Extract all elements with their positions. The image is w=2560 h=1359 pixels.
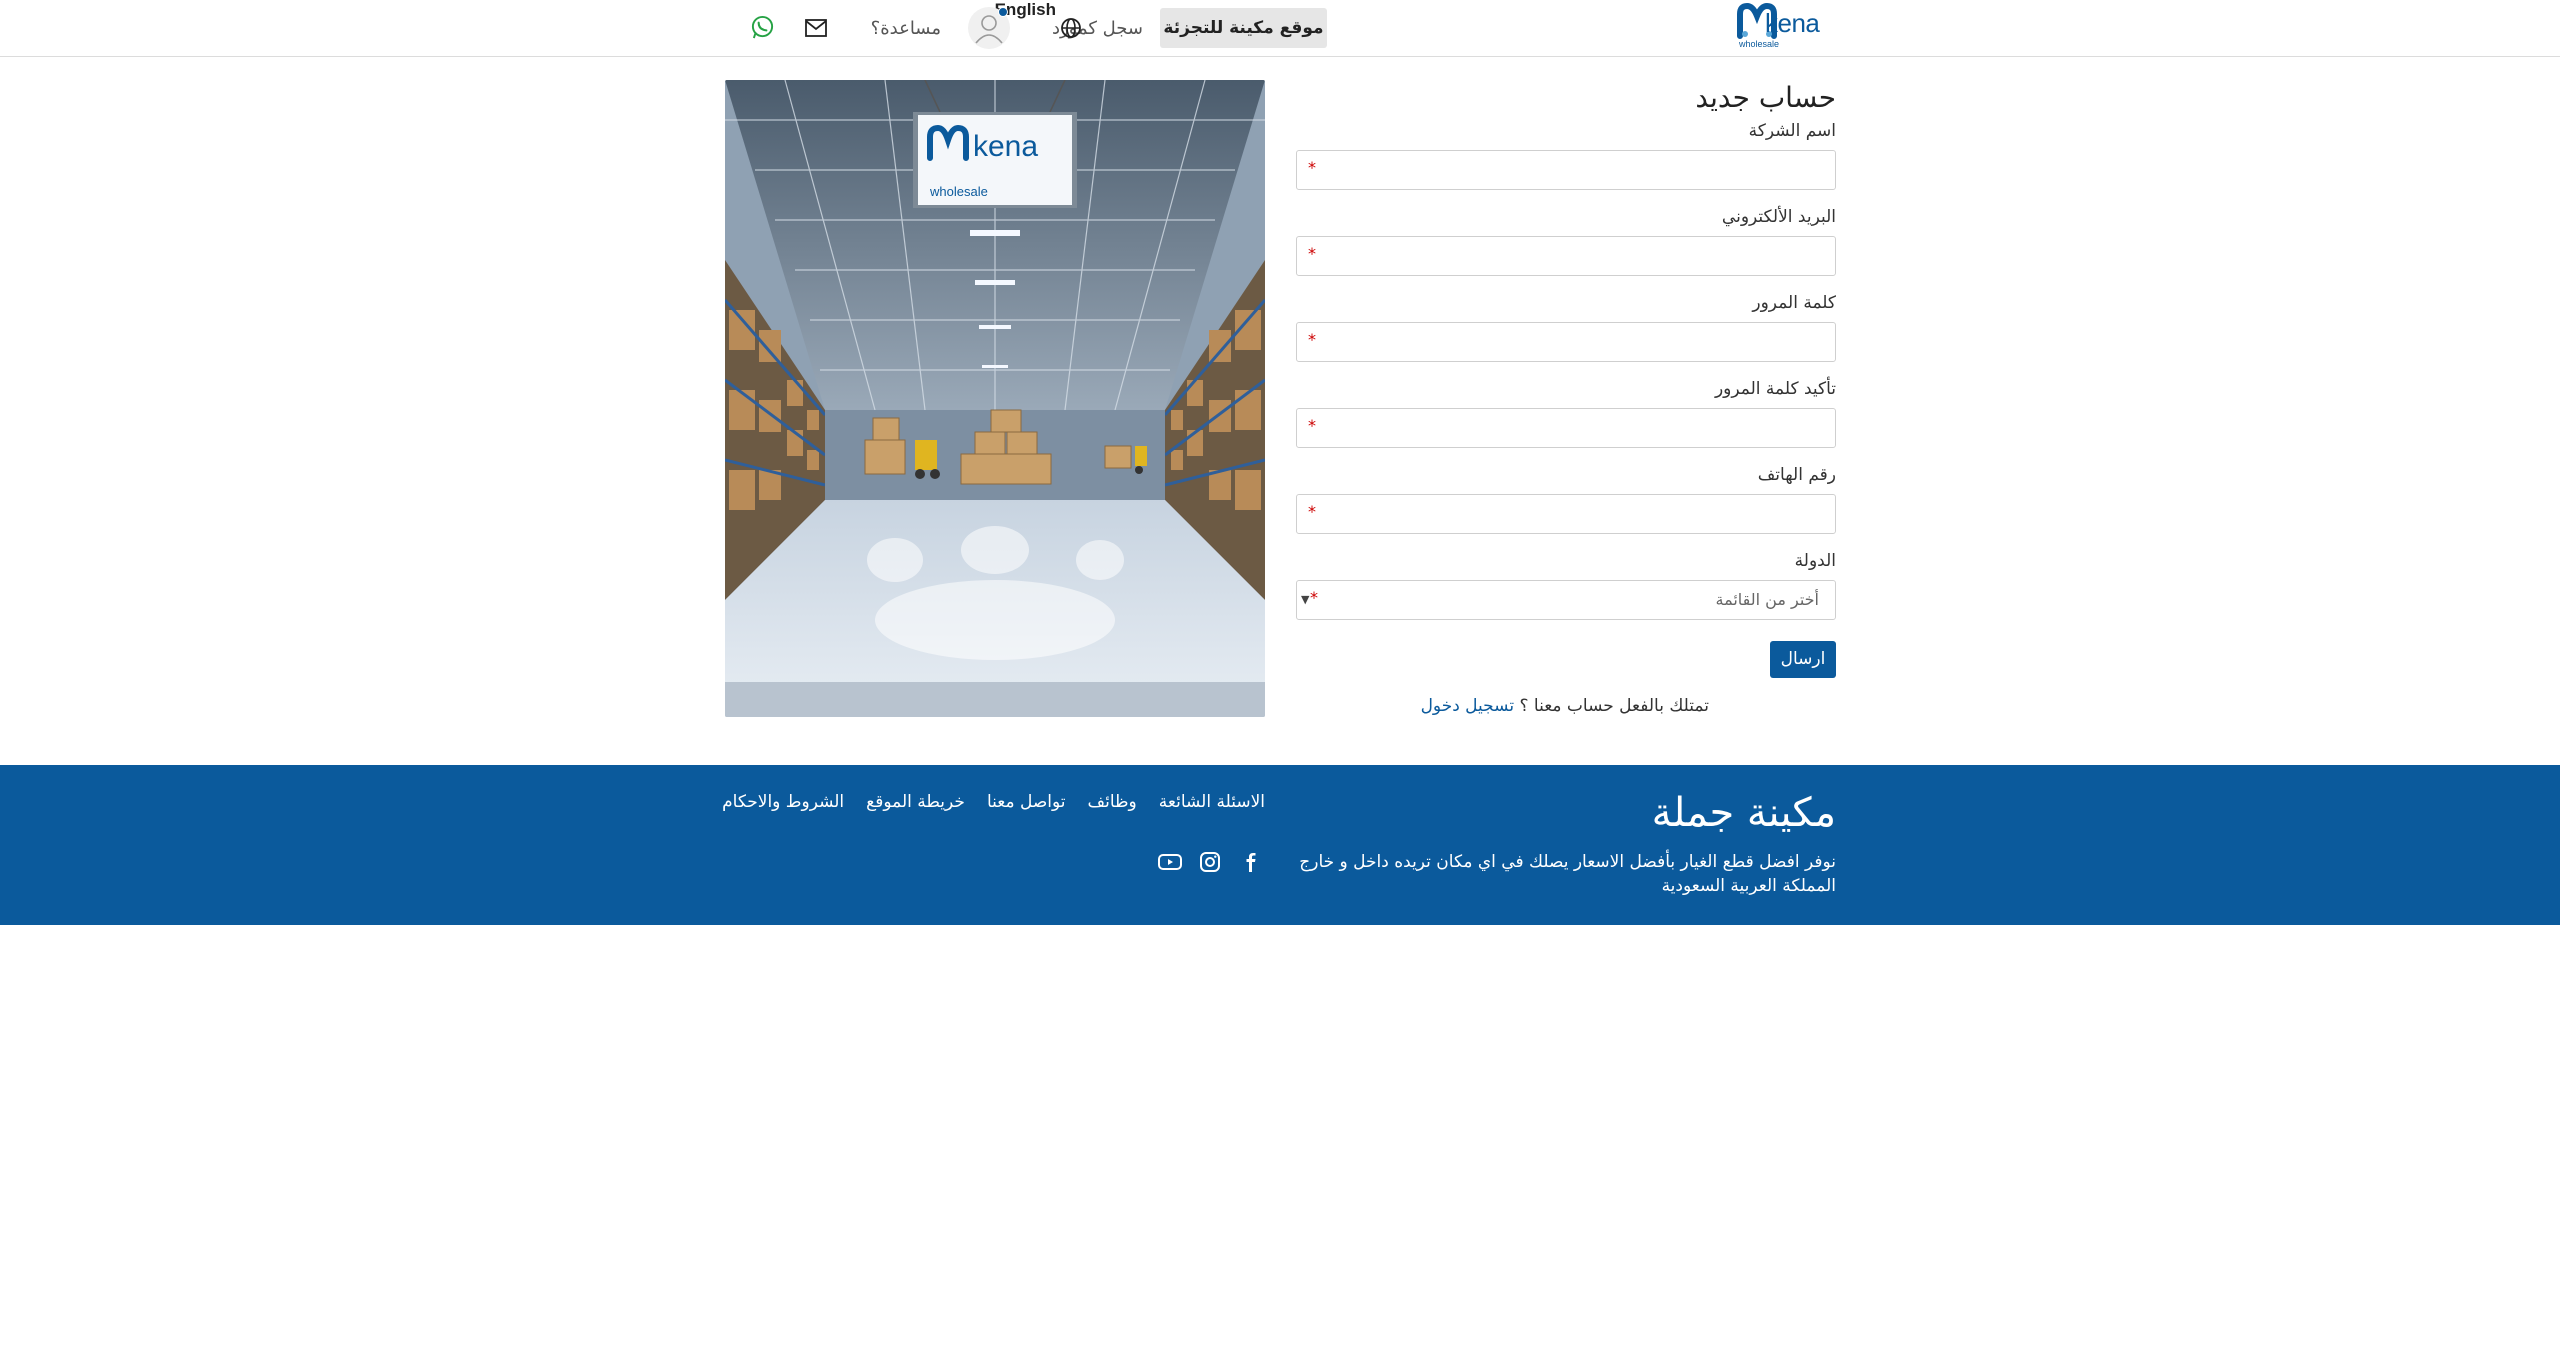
confirm-password-field: تأكيد كلمة المرور * bbox=[1296, 378, 1836, 464]
register-form: حساب جديد اسم الشركة * البريد الألكتروني… bbox=[1296, 78, 1836, 716]
confirm-password-label: تأكيد كلمة المرور bbox=[1714, 379, 1836, 399]
country-field: الدولة أختر من القائمة ▼ * bbox=[1296, 550, 1836, 636]
footer-link-faq[interactable]: الاسئلة الشائعة bbox=[1159, 787, 1265, 817]
required-marker: * bbox=[1308, 158, 1316, 177]
retail-site-button[interactable]: موقع مكينة للتجزئة bbox=[1160, 8, 1327, 48]
footer-description: نوفر افضل قطع الغيار بأفضل الاسعار يصلك … bbox=[1299, 852, 1836, 896]
mail-icon[interactable] bbox=[804, 16, 828, 40]
company-name-label: اسم الشركة bbox=[1748, 121, 1836, 141]
footer-link-jobs[interactable]: وظائف bbox=[1088, 787, 1137, 817]
country-select[interactable]: أختر من القائمة ▼ * bbox=[1296, 580, 1836, 620]
site-footer: مكينة جملة نوفر افضل قطع الغيار بأفضل ال… bbox=[0, 765, 2560, 925]
logo-subtext: wholesale bbox=[1739, 39, 1780, 49]
sign-subtext: wholesale bbox=[930, 184, 988, 199]
password-input[interactable]: * bbox=[1296, 322, 1836, 362]
help-link[interactable]: مساعدة؟ bbox=[871, 0, 941, 57]
required-marker: * bbox=[1308, 330, 1316, 349]
required-marker: * bbox=[1308, 416, 1316, 435]
password-field: كلمة المرور * bbox=[1296, 292, 1836, 378]
confirm-password-input[interactable]: * bbox=[1296, 408, 1836, 448]
site-logo[interactable]: kena wholesale bbox=[1737, 2, 1836, 50]
header-container: kena wholesale موقع مكينة للتجزئة سجل كم… bbox=[725, 0, 1836, 57]
login-prompt: تمتلك بالفعل حساب معنا ؟ تسجيل دخول bbox=[1421, 692, 1709, 720]
email-label: البريد الألكتروني bbox=[1721, 207, 1836, 227]
required-marker: * bbox=[1308, 244, 1316, 263]
warehouse-image: kena wholesale bbox=[725, 80, 1265, 717]
phone-field: رقم الهاتف * bbox=[1296, 464, 1836, 550]
footer-link-sitemap[interactable]: خريطة الموقع bbox=[866, 787, 965, 817]
login-link[interactable]: تسجيل دخول bbox=[1421, 696, 1515, 716]
sign-text: kena bbox=[973, 130, 1039, 163]
footer-link-terms[interactable]: الشروط والاحكام bbox=[722, 787, 844, 817]
social-links bbox=[1157, 850, 1267, 878]
instagram-icon[interactable] bbox=[1198, 850, 1222, 874]
notification-dot bbox=[998, 7, 1008, 17]
country-label: الدولة bbox=[1794, 551, 1836, 571]
logo-text: kena bbox=[1765, 8, 1820, 38]
top-header: kena wholesale موقع مكينة للتجزئة سجل كم… bbox=[0, 0, 2560, 57]
chevron-down-icon: ▼ bbox=[1301, 593, 1310, 606]
whatsapp-icon[interactable] bbox=[750, 15, 775, 40]
country-selected-value: أختر من القائمة bbox=[1715, 590, 1819, 609]
submit-button[interactable]: ارسال bbox=[1770, 641, 1836, 678]
company-name-field: اسم الشركة * bbox=[1296, 120, 1836, 206]
email-field: البريد الألكتروني * bbox=[1296, 206, 1836, 292]
required-marker: * bbox=[1308, 502, 1316, 521]
page-title: حساب جديد bbox=[1695, 81, 1836, 114]
phone-input[interactable]: * bbox=[1296, 494, 1836, 534]
login-prompt-text: تمتلك بالفعل حساب معنا ؟ bbox=[1519, 696, 1709, 716]
facebook-icon[interactable] bbox=[1239, 850, 1261, 874]
user-avatar[interactable] bbox=[968, 7, 1010, 49]
password-label: كلمة المرور bbox=[1752, 293, 1836, 313]
footer-brand: مكينة جملة bbox=[1651, 790, 1836, 836]
email-input[interactable]: * bbox=[1296, 236, 1836, 276]
warehouse-illustration bbox=[725, 80, 1265, 717]
footer-link-contact[interactable]: تواصل معنا bbox=[987, 787, 1066, 817]
globe-icon[interactable] bbox=[1060, 17, 1082, 39]
company-name-input[interactable]: * bbox=[1296, 150, 1836, 190]
footer-links: الاسئلة الشائعة وظائف تواصل معنا خريطة ا… bbox=[722, 787, 1265, 817]
required-marker: * bbox=[1310, 588, 1318, 607]
phone-label: رقم الهاتف bbox=[1757, 465, 1836, 485]
youtube-icon[interactable] bbox=[1157, 850, 1183, 874]
